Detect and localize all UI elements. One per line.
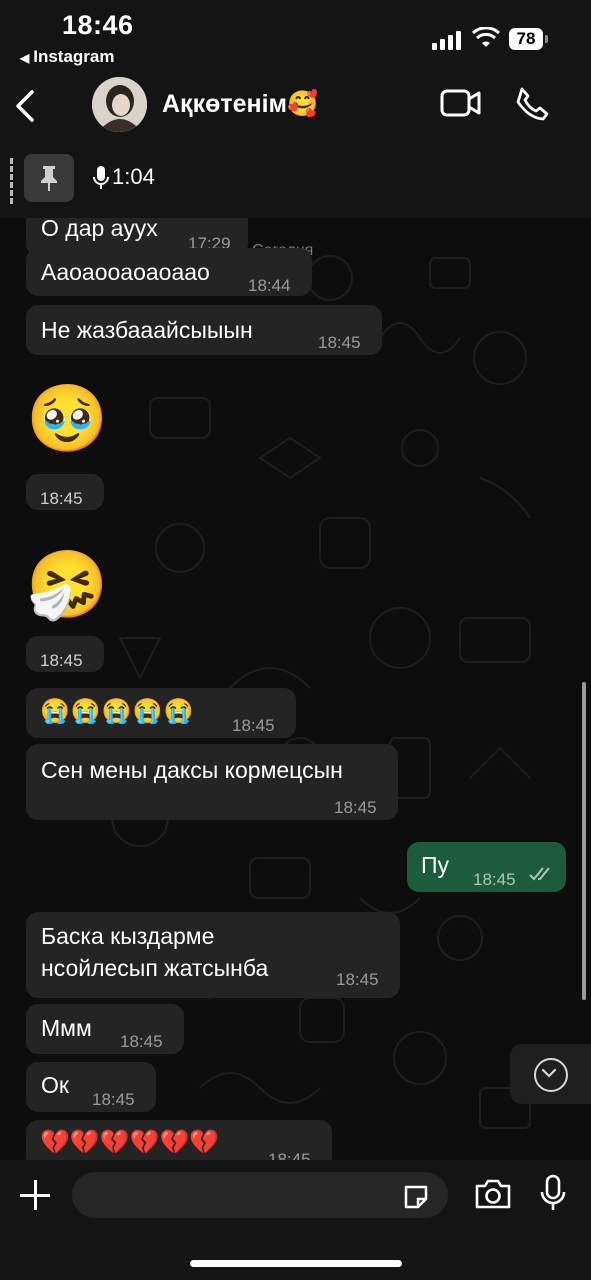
chat-header: Ақкөтенім🥰 1:04: [0, 72, 591, 218]
message-bubble[interactable]: Не жазбааайсыыын 18:45: [26, 305, 382, 355]
status-time: 18:46: [62, 10, 134, 40]
back-app-label: Instagram: [33, 47, 115, 66]
add-attachment-icon[interactable]: [18, 1178, 52, 1212]
message-time: 18:44: [248, 276, 291, 295]
message-bubble[interactable]: Сен мены даксы кормецсын 18:45: [26, 744, 398, 820]
message-time: 18:45: [40, 651, 83, 670]
status-bar: 18:46 ◀ Instagram 78: [0, 0, 591, 72]
read-receipt-icon: [529, 867, 550, 881]
message-bubble[interactable]: Ммм 18:45: [26, 1004, 184, 1054]
message-bubble[interactable]: Ок 18:45: [26, 1062, 156, 1112]
message-time: 18:45: [318, 333, 361, 352]
message-time: 18:45: [40, 489, 83, 508]
message-time: 18:45: [336, 970, 379, 989]
message-time: 18:45: [92, 1090, 135, 1109]
contact-name[interactable]: Ақкөтенім🥰: [162, 90, 318, 119]
message-text: 😭😭😭😭😭: [40, 698, 195, 725]
pin-position-indicator: [10, 158, 16, 204]
message-text: Не жазбааайсыыын: [41, 317, 253, 343]
message-time: 18:45: [120, 1032, 163, 1051]
chevron-down-icon: [534, 1058, 568, 1092]
wifi-icon: [472, 27, 500, 47]
mic-icon: [93, 166, 109, 190]
contact-avatar[interactable]: [92, 77, 147, 132]
scroll-indicator[interactable]: [582, 682, 586, 1000]
message-time: 18:45: [473, 870, 516, 889]
message-bubble[interactable]: 💔💔💔💔💔💔 18:45: [26, 1120, 332, 1160]
pin-icon: [41, 166, 57, 191]
message-text: Пу: [421, 852, 450, 878]
message-time-chip: 18:45: [26, 636, 104, 672]
camera-icon[interactable]: [474, 1178, 512, 1210]
message-time: 18:45: [268, 1150, 311, 1160]
phone-call-icon[interactable]: [514, 86, 550, 122]
message-input[interactable]: [72, 1172, 448, 1218]
message-text: О дар ауух: [41, 218, 158, 241]
message-composer: [0, 1160, 591, 1280]
scroll-to-bottom-button[interactable]: [510, 1044, 591, 1104]
message-bubble[interactable]: Баска кыздарме нсойлесып жатсынба 18:45: [26, 912, 400, 998]
message-bubble[interactable]: 😭😭😭😭😭 18:45: [26, 688, 296, 738]
battery-level: 78: [509, 28, 543, 50]
message-time: 18:45: [232, 716, 275, 735]
message-text: Баска кыздарме нсойлесып жатсынба: [41, 923, 269, 981]
back-chevron-icon[interactable]: [10, 86, 40, 126]
message-bubble-outgoing[interactable]: Пу 18:45: [407, 842, 566, 892]
message-text: 💔💔💔💔💔💔: [40, 1129, 220, 1156]
pinned-message-bar[interactable]: 1:04: [0, 152, 591, 218]
message-time-chip: 18:45: [26, 474, 104, 510]
back-triangle-icon: ◀: [20, 51, 30, 65]
pinned-duration: 1:04: [112, 164, 155, 189]
message-time: 18:45: [334, 798, 377, 817]
pin-icon-box: [24, 154, 74, 202]
cellular-signal-icon: [432, 30, 462, 50]
message-bubble[interactable]: Аaoaooaoaoaao 18:44: [26, 248, 312, 296]
pinned-voice-message: 1:04: [92, 164, 155, 191]
battery-indicator: 78: [509, 28, 549, 50]
message-text: Ммм: [41, 1015, 92, 1041]
back-to-app-link[interactable]: ◀ Instagram: [20, 47, 114, 67]
message-text: Ок: [41, 1072, 69, 1098]
emoji-message[interactable]: 🥹: [26, 378, 108, 458]
message-text: Аaoaooaoaoaao: [41, 259, 210, 285]
emoji-message[interactable]: 🤧: [26, 544, 108, 624]
message-list[interactable]: Сегодня О дар ауух 17:29 Аaoaooaoaoaao 1…: [0, 218, 591, 1160]
voice-record-icon[interactable]: [540, 1174, 566, 1212]
sticker-icon[interactable]: [402, 1183, 430, 1211]
message-text: Сен мены даксы кормецсын: [41, 757, 343, 783]
home-indicator[interactable]: [190, 1260, 402, 1267]
video-call-icon[interactable]: [440, 88, 482, 118]
